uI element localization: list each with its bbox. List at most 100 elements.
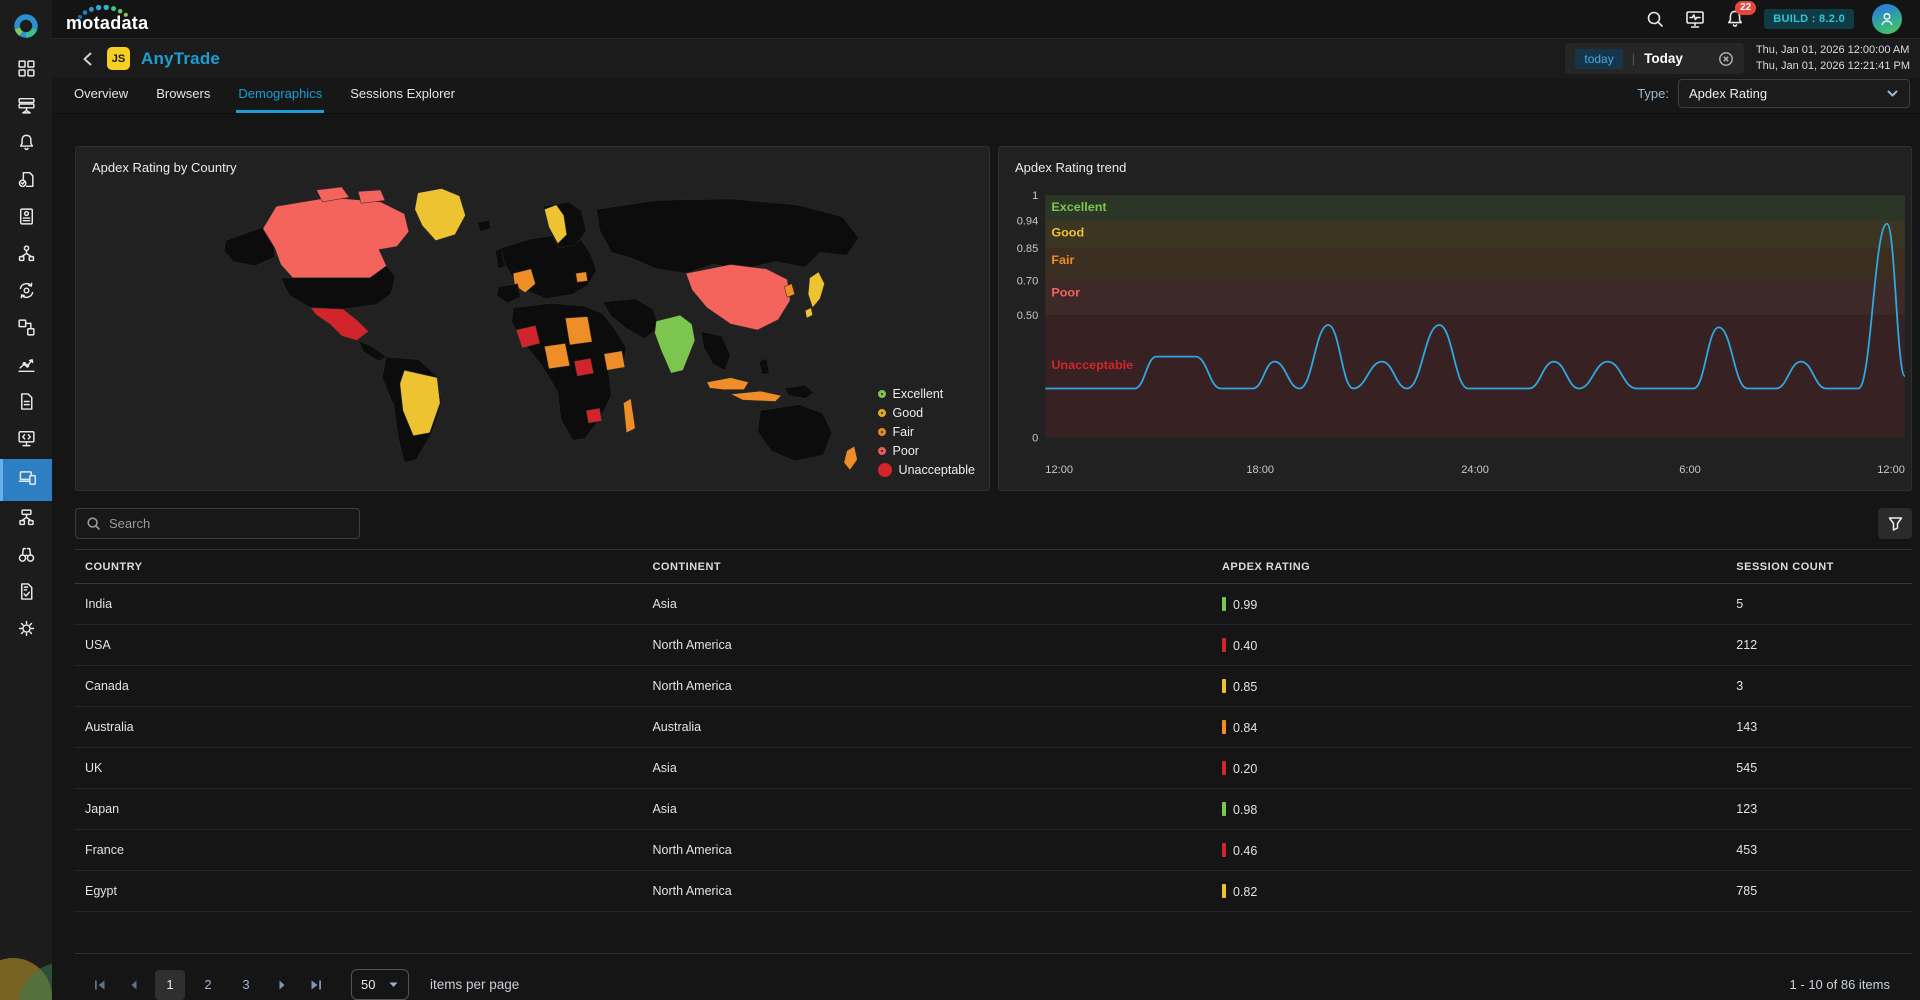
range-to: Thu, Jan 01, 2026 12:21:41 PM bbox=[1756, 59, 1910, 75]
tab-browsers[interactable]: Browsers bbox=[154, 78, 212, 113]
legend-label: Excellent bbox=[893, 387, 944, 401]
date-range-picker[interactable]: today | Today bbox=[1565, 43, 1744, 74]
legend-dot bbox=[878, 390, 886, 398]
cell-apdex-rating: 0.40 bbox=[1214, 625, 1728, 666]
table-row-france[interactable]: FranceNorth America0.46453 bbox=[75, 830, 1912, 871]
health-monitor-icon[interactable] bbox=[1684, 8, 1706, 30]
sidebar-item-documents[interactable] bbox=[0, 385, 52, 422]
sidebar-item-infrastructure[interactable] bbox=[0, 89, 52, 126]
y-tick-0.70: 0.70 bbox=[1017, 276, 1039, 288]
table-row-australia[interactable]: AustraliaAustralia0.84143 bbox=[75, 707, 1912, 748]
band-excellent bbox=[1045, 195, 1905, 221]
x-tick-2: 24:00 bbox=[1461, 464, 1489, 476]
apdex-rating-value: 0.84 bbox=[1233, 721, 1257, 735]
legend-item-unacceptable[interactable]: Unacceptable bbox=[878, 463, 975, 477]
legend-label: Poor bbox=[893, 444, 919, 458]
map-country-chad bbox=[574, 358, 593, 376]
apdex-rating-value: 0.99 bbox=[1233, 598, 1257, 612]
apdex-rating-value: 0.40 bbox=[1233, 639, 1257, 653]
band-good bbox=[1045, 221, 1905, 249]
table-row-uk[interactable]: UKAsia0.20545 bbox=[75, 748, 1912, 789]
clear-range-icon[interactable] bbox=[1718, 51, 1734, 67]
range-from: Thu, Jan 01, 2026 12:00:00 AM bbox=[1756, 43, 1910, 59]
user-avatar[interactable] bbox=[1872, 4, 1902, 34]
sidebar-item-synthetic-monitoring[interactable] bbox=[0, 422, 52, 459]
back-button[interactable] bbox=[80, 51, 96, 67]
tab-demographics[interactable]: Demographics bbox=[236, 78, 324, 113]
legend-dot bbox=[878, 428, 886, 436]
page-number-2[interactable]: 2 bbox=[193, 970, 223, 1000]
page-number-1[interactable]: 1 bbox=[155, 970, 185, 1000]
filter-button[interactable] bbox=[1878, 508, 1912, 539]
sidebar-item-network[interactable] bbox=[0, 501, 52, 538]
topology-icon bbox=[16, 243, 37, 269]
sidebar-item-real-user-monitoring[interactable] bbox=[0, 459, 52, 501]
search-input[interactable] bbox=[109, 516, 329, 531]
sidebar-item-automation[interactable] bbox=[0, 274, 52, 311]
legend-item-good[interactable]: Good bbox=[878, 406, 975, 420]
sidebar-item-log-management[interactable] bbox=[0, 163, 52, 200]
last-page-button[interactable] bbox=[303, 972, 329, 998]
first-page-button[interactable] bbox=[87, 972, 113, 998]
cell-session-count: 453 bbox=[1728, 830, 1912, 871]
search-icon[interactable] bbox=[1644, 8, 1666, 30]
trend-chart[interactable]: ExcellentGoodFairPoorUnacceptable10.940.… bbox=[999, 181, 1911, 491]
sidebar-item-reports[interactable] bbox=[0, 200, 52, 237]
cell-country: Japan bbox=[75, 789, 644, 830]
sidebar-item-discovery[interactable] bbox=[0, 538, 52, 575]
notifications-bell-icon[interactable]: 22 bbox=[1724, 8, 1746, 30]
table-row-egypt[interactable]: EgyptNorth America0.82785 bbox=[75, 871, 1912, 912]
sidebar-item-alerts[interactable] bbox=[0, 126, 52, 163]
apdex-rating-bar bbox=[1222, 597, 1226, 611]
tab-sessions-explorer[interactable]: Sessions Explorer bbox=[348, 78, 457, 113]
sidebar-item-integrations[interactable] bbox=[0, 311, 52, 348]
x-tick-4: 12:00 bbox=[1877, 464, 1905, 476]
cell-session-count: 545 bbox=[1728, 748, 1912, 789]
sidebar-decoration bbox=[0, 920, 52, 1000]
sidebar-item-audit[interactable] bbox=[0, 575, 52, 612]
map-country-libya bbox=[565, 317, 592, 345]
trend-panel-title: Apdex Rating trend bbox=[999, 147, 1911, 181]
band-label-poor: Poor bbox=[1051, 286, 1080, 300]
band-label-fair: Fair bbox=[1051, 253, 1074, 267]
map-landmass bbox=[224, 187, 859, 470]
next-page-button[interactable] bbox=[269, 972, 295, 998]
prev-page-button[interactable] bbox=[121, 972, 147, 998]
page-number-3[interactable]: 3 bbox=[231, 970, 261, 1000]
table-row-usa[interactable]: USANorth America0.40212 bbox=[75, 625, 1912, 666]
dashboard-grid-icon bbox=[16, 58, 37, 84]
y-tick-0: 0 bbox=[1032, 432, 1038, 444]
page-size-select[interactable]: 50 bbox=[351, 969, 409, 1000]
map-country-niger bbox=[544, 343, 569, 368]
map-panel-title: Apdex Rating by Country bbox=[76, 147, 989, 181]
page-numbers: 123 bbox=[155, 970, 261, 1000]
apdex-rating-bar bbox=[1222, 802, 1226, 816]
sidebar-item-analytics[interactable] bbox=[0, 348, 52, 385]
cell-continent: North America bbox=[644, 830, 1213, 871]
apdex-rating-bar bbox=[1222, 761, 1226, 775]
legend-item-excellent[interactable]: Excellent bbox=[878, 387, 975, 401]
type-select[interactable]: Apdex Rating bbox=[1678, 79, 1910, 108]
legend-item-fair[interactable]: Fair bbox=[878, 425, 975, 439]
notification-count-badge: 22 bbox=[1735, 1, 1756, 15]
legend-dot bbox=[878, 409, 886, 417]
cell-country: UK bbox=[75, 748, 644, 789]
table-row-canada[interactable]: CanadaNorth America0.853 bbox=[75, 666, 1912, 707]
sidebar-item-dashboard[interactable] bbox=[0, 52, 52, 89]
table-row-japan[interactable]: JapanAsia0.98123 bbox=[75, 789, 1912, 830]
sidebar-item-settings[interactable] bbox=[0, 612, 52, 649]
search-box bbox=[75, 508, 360, 539]
range-preset-chip[interactable]: today bbox=[1575, 49, 1622, 69]
cell-apdex-rating: 0.82 bbox=[1214, 871, 1728, 912]
table-header-row: COUNTRYCONTINENTAPDEX RATINGSESSION COUN… bbox=[75, 550, 1912, 584]
legend-item-poor[interactable]: Poor bbox=[878, 444, 975, 458]
world-map[interactable] bbox=[76, 181, 989, 479]
apdex-map-panel: Apdex Rating by Country bbox=[75, 146, 990, 491]
tab-overview[interactable]: Overview bbox=[72, 78, 130, 113]
server-tree-icon bbox=[16, 507, 37, 533]
table-row-india[interactable]: IndiaAsia0.995 bbox=[75, 584, 1912, 625]
cell-session-count: 212 bbox=[1728, 625, 1912, 666]
sidebar-item-topology[interactable] bbox=[0, 237, 52, 274]
cell-continent: North America bbox=[644, 666, 1213, 707]
map-country-russia bbox=[597, 199, 859, 274]
